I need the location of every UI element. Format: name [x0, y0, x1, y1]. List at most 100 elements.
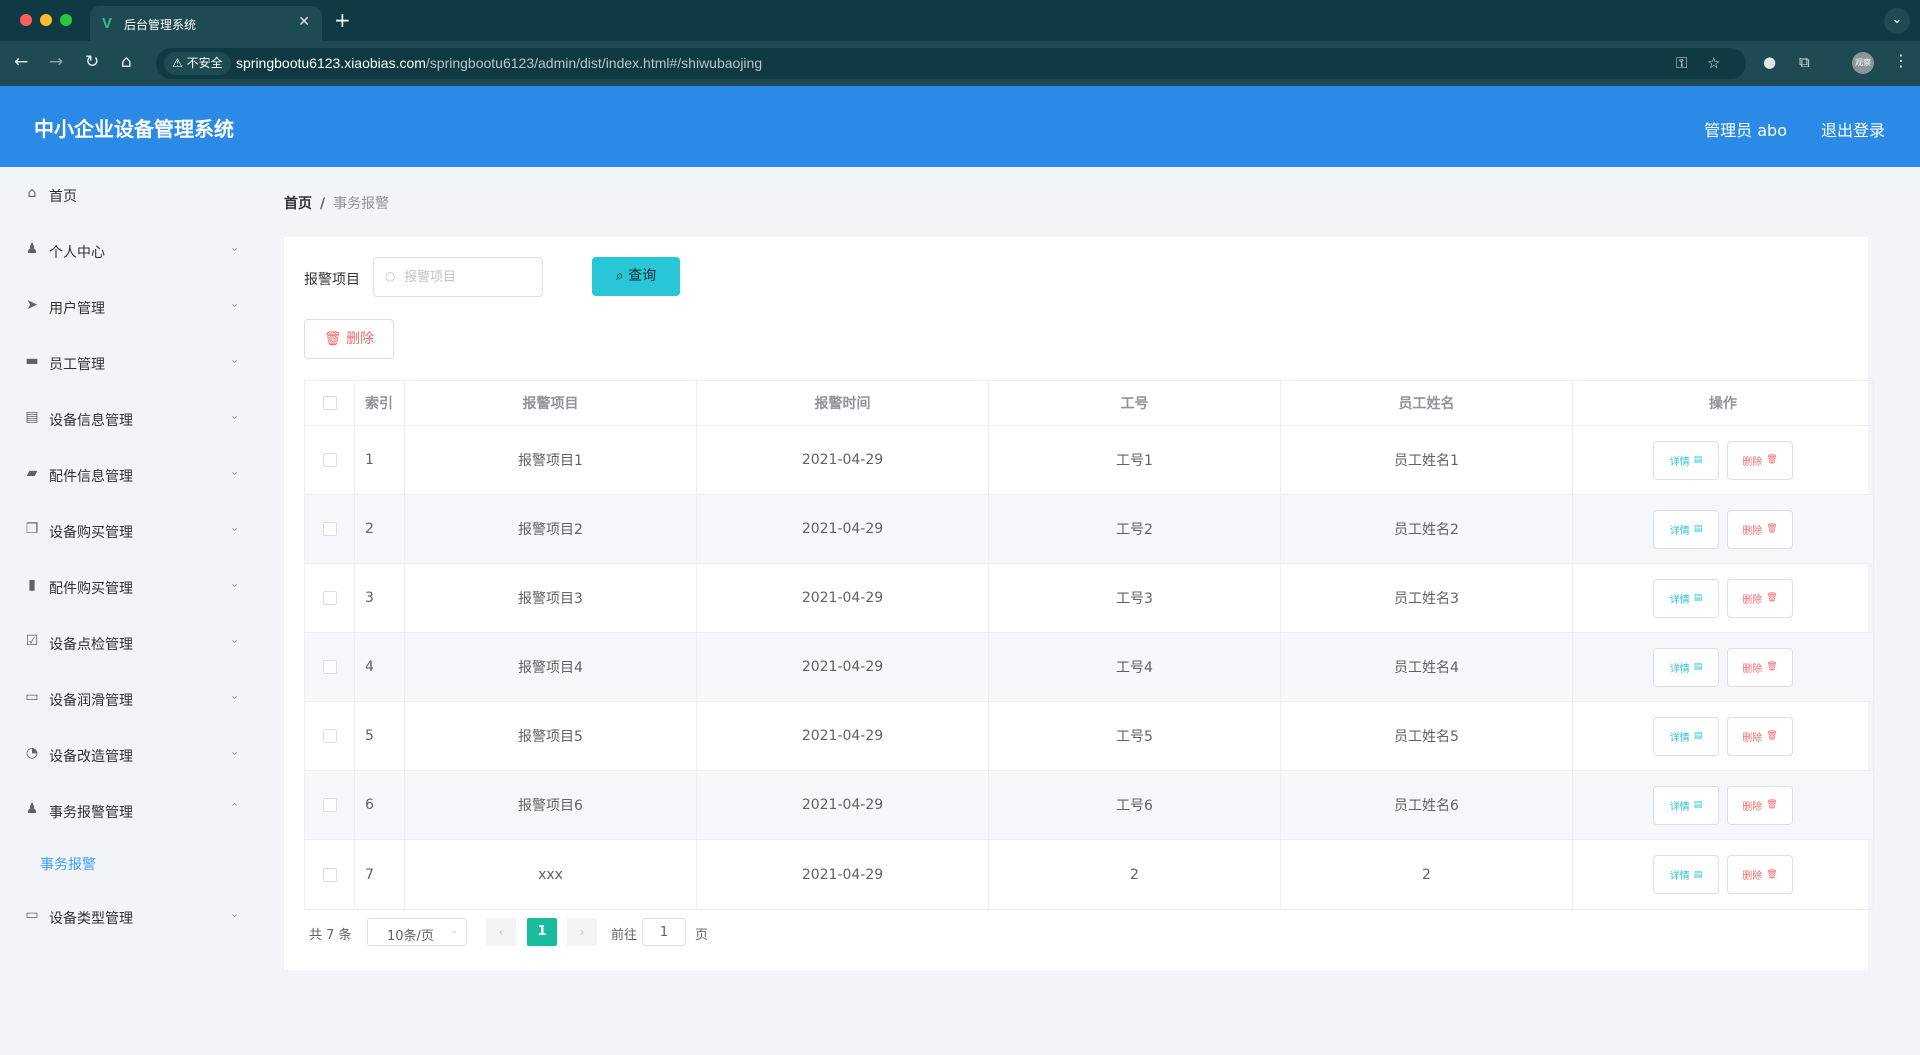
delete-button[interactable]: 删除 🗑	[1727, 647, 1793, 687]
detail-label: 详情	[1669, 801, 1690, 813]
vue-logo-icon: V	[102, 15, 113, 32]
row-checkbox[interactable]	[322, 522, 337, 536]
header-alarm-item: 报警项目	[405, 381, 697, 425]
detail-label: 详情	[1669, 456, 1690, 468]
detail-button[interactable]: 详情 ▤	[1653, 716, 1719, 756]
row-checkbox-cell	[305, 633, 355, 701]
back-icon[interactable]: ←	[14, 52, 28, 72]
alarm-table: 索引 报警项目 报警时间 工号 员工姓名 操作 1 报警项目1 2021-04-…	[304, 380, 1874, 910]
browser-menu-icon[interactable]: ⋮	[1893, 51, 1909, 70]
breadcrumb-home[interactable]: 首页	[284, 196, 312, 212]
header-index: 索引	[355, 381, 405, 425]
delete-button[interactable]: 删除 🗑	[1727, 855, 1793, 894]
profile-avatar[interactable]: 观察	[1852, 52, 1874, 74]
page-size-select[interactable]: 10条/页 ⌄	[367, 918, 467, 946]
tab-search-icon[interactable]: ⌄	[1884, 8, 1910, 34]
cell-employee-name: 2	[1281, 840, 1573, 909]
window-close-button[interactable]	[20, 14, 32, 26]
card-icon: ▭	[25, 907, 39, 923]
detail-button[interactable]: 详情 ▤	[1653, 647, 1719, 687]
extension-circle-icon[interactable]: ●	[1763, 53, 1776, 71]
search-icon: ⌕	[615, 268, 624, 284]
sidebar-item-alarm-management[interactable]: ♟ 事务报警管理 ⌃	[0, 783, 260, 839]
extensions-puzzle-icon[interactable]: ⧉	[1799, 53, 1810, 71]
sidebar-item-personal-center[interactable]: ♟ 个人中心 ⌄	[0, 223, 260, 279]
security-indicator[interactable]: ⚠ 不安全	[164, 52, 231, 75]
sidebar-item-employee-management[interactable]: ▬ 员工管理 ⌄	[0, 335, 260, 391]
detail-button[interactable]: 详情 ▤	[1653, 578, 1719, 618]
clipboard-icon: ▤	[25, 409, 39, 425]
row-checkbox[interactable]	[322, 867, 337, 882]
new-tab-icon[interactable]: +	[334, 8, 351, 32]
search-input[interactable]	[404, 267, 534, 287]
current-page-button[interactable]: 1	[527, 918, 557, 946]
url-field[interactable]: ⚠ 不安全 springbootu6123.xiaobias.com/sprin…	[156, 48, 1746, 79]
browser-tab[interactable]: V 后台管理系统 ✕	[90, 6, 322, 41]
forward-icon[interactable]: →	[49, 52, 63, 72]
cell-employee-no: 工号3	[989, 564, 1281, 632]
reload-icon[interactable]: ↻	[85, 52, 99, 72]
row-checkbox[interactable]	[322, 591, 337, 605]
delete-button[interactable]: 删除 🗑	[1727, 716, 1793, 756]
detail-button[interactable]: 详情 ▤	[1653, 440, 1719, 480]
sidebar-item-device-info[interactable]: ▤ 设备信息管理 ⌄	[0, 391, 260, 447]
compass-icon: ◔	[25, 745, 39, 761]
goto-page-input[interactable]	[642, 918, 686, 946]
batch-delete-button[interactable]: 🗑 删除	[304, 319, 394, 359]
row-checkbox[interactable]	[322, 729, 337, 743]
chat-icon: ▭	[25, 689, 39, 705]
sidebar-item-device-modification[interactable]: ◔ 设备改造管理 ⌄	[0, 727, 260, 783]
logout-button[interactable]: 退出登录	[1821, 117, 1885, 141]
trash-icon: 🗑	[1766, 455, 1778, 465]
sidebar-item-label: 设备类型管理	[49, 911, 133, 927]
trash-icon: 🗑	[1766, 731, 1778, 741]
key-icon[interactable]: ⚿	[1676, 54, 1687, 72]
cell-index: 2	[355, 495, 405, 563]
row-checkbox[interactable]	[322, 660, 337, 674]
bookmark-star-icon[interactable]: ☆	[1707, 54, 1720, 72]
delete-button[interactable]: 删除 🗑	[1727, 509, 1793, 549]
monitor-icon: ▬	[25, 353, 39, 369]
cell-employee-name: 员工姓名1	[1281, 426, 1573, 494]
delete-button[interactable]: 删除 🗑	[1727, 440, 1793, 480]
row-checkbox[interactable]	[322, 798, 337, 812]
url-text[interactable]: springbootu6123.xiaobias.com/springbootu…	[236, 55, 762, 71]
sidebar-item-device-type[interactable]: ▭ 设备类型管理 ⌄	[0, 889, 260, 945]
window-minimize-button[interactable]	[40, 14, 52, 26]
box-icon: ▰	[26, 465, 38, 481]
breadcrumb: 首页 / 事务报警	[284, 193, 389, 213]
sidebar-item-device-inspection[interactable]: ☑ 设备点检管理 ⌄	[0, 615, 260, 671]
delete-button[interactable]: 删除 🗑	[1727, 785, 1793, 825]
prev-page-button[interactable]: ‹	[486, 918, 516, 946]
home-icon[interactable]: ⌂	[121, 52, 132, 72]
row-checkbox-cell	[305, 564, 355, 632]
detail-button[interactable]: 详情 ▤	[1653, 785, 1719, 825]
cell-employee-no: 工号4	[989, 633, 1281, 701]
sidebar-subitem-alarm[interactable]: 事务报警	[0, 839, 260, 887]
table-row: 2 报警项目2 2021-04-29 工号2 员工姓名2 详情 ▤ 删除 🗑	[305, 495, 1873, 564]
query-button[interactable]: ⌕ 查询	[592, 257, 680, 296]
select-all-checkbox[interactable]	[322, 396, 337, 410]
window-maximize-button[interactable]	[60, 14, 72, 26]
sidebar-item-parts-purchase[interactable]: ▮ 配件购买管理 ⌄	[0, 559, 260, 615]
next-page-button[interactable]: ›	[567, 918, 597, 946]
cell-employee-no: 工号6	[989, 771, 1281, 839]
cell-alarm-time: 2021-04-29	[697, 495, 989, 563]
sidebar-item-home[interactable]: ⌂ 首页	[0, 167, 260, 223]
sidebar-item-user-management[interactable]: ➤ 用户管理 ⌄	[0, 279, 260, 335]
sidebar-item-parts-info[interactable]: ▰ 配件信息管理 ⌄	[0, 447, 260, 503]
sidebar-item-device-purchase[interactable]: ❐ 设备购买管理 ⌄	[0, 503, 260, 559]
detail-button[interactable]: 详情 ▤	[1653, 855, 1719, 894]
search-label: 报警项目	[304, 272, 360, 288]
search-field[interactable]: ○	[373, 257, 543, 297]
sidebar-item-device-lubrication[interactable]: ▭ 设备润滑管理 ⌄	[0, 671, 260, 727]
table-row: 1 报警项目1 2021-04-29 工号1 员工姓名1 详情 ▤ 删除 🗑	[305, 426, 1873, 495]
chevron-down-icon: ⌄	[230, 353, 240, 366]
cell-actions: 详情 ▤ 删除 🗑	[1573, 633, 1873, 701]
tab-close-icon[interactable]: ✕	[298, 14, 310, 30]
row-checkbox-cell	[305, 771, 355, 839]
cell-actions: 详情 ▤ 删除 🗑	[1573, 771, 1873, 839]
row-checkbox[interactable]	[322, 453, 337, 467]
detail-button[interactable]: 详情 ▤	[1653, 509, 1719, 549]
delete-button[interactable]: 删除 🗑	[1727, 578, 1793, 618]
